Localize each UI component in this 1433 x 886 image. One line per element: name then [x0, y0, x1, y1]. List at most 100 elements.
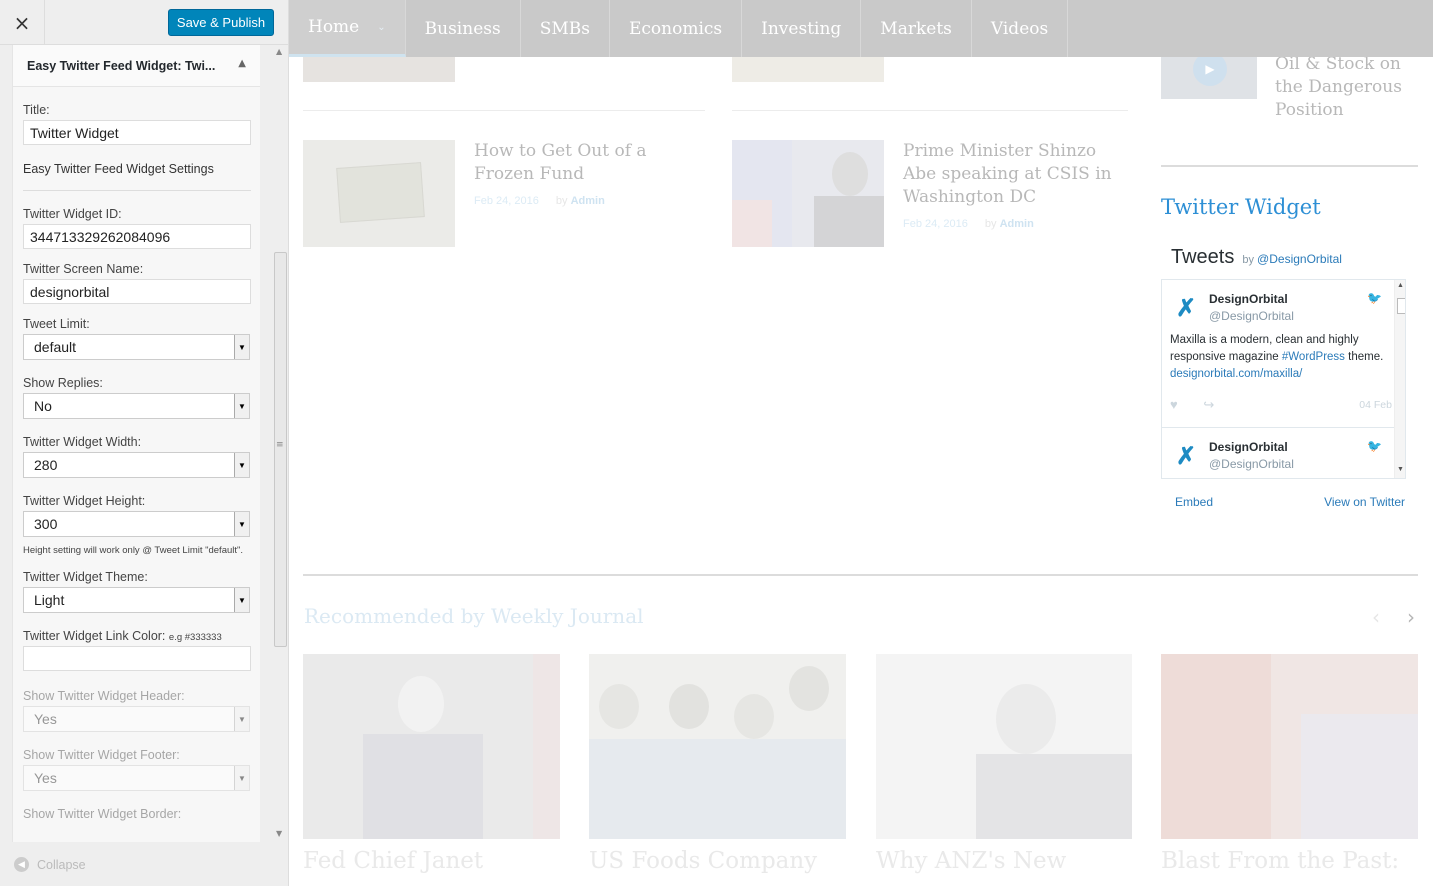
hashtag-link[interactable]: #WordPress	[1282, 351, 1345, 363]
scroll-up-icon[interactable]: ▲	[1397, 282, 1404, 289]
person-body	[814, 196, 884, 247]
dropdown-arrow-icon[interactable]: ▼	[234, 512, 249, 536]
like-heart-icon[interactable]: ♥	[1170, 397, 1178, 412]
dropdown-arrow-icon[interactable]: ▼	[234, 453, 249, 477]
recommended-image[interactable]	[589, 654, 846, 839]
article-date: Feb 24, 2016	[474, 195, 539, 207]
dropdown-arrow-icon[interactable]: ▼	[234, 335, 249, 359]
show-replies-select[interactable]: No ▼	[23, 393, 250, 419]
twitter-bird-icon[interactable]: 🐦	[1367, 291, 1382, 305]
article-title[interactable]: Prime Minister Shinzo Abe speaking at CS…	[903, 140, 1118, 209]
recommended-title[interactable]: Why ANZ's New	[876, 848, 1066, 874]
by-label: by @DesignOrbital	[1242, 252, 1342, 266]
chevron-down-icon: ⌄	[377, 21, 386, 33]
scrollbar-thumb[interactable]	[1397, 298, 1405, 314]
recommended-title[interactable]: Fed Chief Janet	[303, 848, 483, 874]
side-article-title[interactable]: Oil & Stock on the Dangerous Position	[1275, 53, 1425, 122]
tweet[interactable]: ✗ DesignOrbital @DesignOrbital 🐦 Maxilla…	[1162, 280, 1394, 428]
timeline-handle-link[interactable]: @DesignOrbital	[1257, 252, 1342, 266]
save-publish-button[interactable]: Save & Publish	[168, 9, 274, 36]
tweet-author-name[interactable]: DesignOrbital	[1209, 292, 1288, 306]
nav-item-videos[interactable]: Videos	[972, 0, 1069, 57]
article-author[interactable]: Admin	[571, 195, 605, 207]
nav-item-investing[interactable]: Investing	[742, 0, 862, 57]
designorbital-logo-icon[interactable]: ✗	[1176, 442, 1196, 471]
collapse-up-icon[interactable]: ▲	[238, 58, 246, 69]
tweet-author-handle[interactable]: @DesignOrbital	[1209, 457, 1294, 471]
article-by: by	[984, 218, 997, 230]
recommended-image[interactable]	[876, 654, 1132, 839]
title-label: Title:	[23, 103, 50, 117]
recommended-title[interactable]: US Foods Company	[589, 848, 817, 874]
tweet-author-handle[interactable]: @DesignOrbital	[1209, 309, 1294, 323]
theme-select[interactable]: Light ▼	[23, 587, 250, 613]
nav-item-business[interactable]: Business	[406, 0, 521, 57]
section-divider	[303, 574, 1418, 576]
feed-scrollbar[interactable]: ▲ ▼	[1394, 280, 1405, 478]
nav-label: Home	[308, 17, 360, 37]
nav-item-markets[interactable]: Markets	[861, 0, 972, 57]
tweet-limit-select[interactable]: default ▼	[23, 334, 250, 360]
url-link[interactable]: designorbital.com/maxilla/	[1170, 368, 1302, 380]
widget-header[interactable]: Easy Twitter Feed Widget: Twi... ▲	[13, 45, 260, 87]
show-header-select[interactable]: Yes ▼	[23, 706, 250, 732]
article-meta: Feb 24, 2016 by Admin	[903, 218, 1034, 230]
prev-arrow-icon[interactable]: ‹	[1372, 605, 1380, 629]
article-by: by	[555, 195, 568, 207]
tweet-limit-value: default	[34, 339, 77, 355]
play-icon[interactable]: ▶	[1193, 52, 1227, 86]
article-title[interactable]: How to Get Out of a Frozen Fund	[474, 140, 674, 186]
article-author[interactable]: Admin	[1000, 218, 1034, 230]
nav-label: Markets	[880, 18, 952, 39]
nav-label: Business	[424, 18, 501, 39]
recommended-image[interactable]	[1161, 654, 1418, 839]
scroll-down-icon[interactable]: ▼	[1397, 466, 1404, 473]
scroll-up-icon[interactable]: ▲	[276, 47, 282, 56]
scroll-down-icon[interactable]: ▼	[276, 829, 282, 838]
dropdown-arrow-icon[interactable]: ▼	[234, 588, 249, 612]
article-meta: Feb 24, 2016 by Admin	[474, 195, 605, 207]
sidebar-scrollbar[interactable]: ▲ ≡ ▼	[272, 45, 288, 842]
nav-item-home[interactable]: Home ⌄	[289, 0, 406, 57]
close-icon[interactable]: ×	[0, 0, 45, 45]
dropdown-arrow-icon[interactable]: ▼	[234, 707, 249, 731]
widget-id-input[interactable]	[23, 224, 251, 249]
shinzo-abe-image[interactable]	[732, 140, 884, 247]
width-select[interactable]: 280 ▼	[23, 452, 250, 478]
tweet[interactable]: ✗ DesignOrbital @DesignOrbital 🐦	[1162, 428, 1394, 478]
embed-link[interactable]: Embed	[1175, 495, 1213, 509]
twitter-bird-icon[interactable]: 🐦	[1367, 439, 1382, 453]
collapse-button[interactable]: ◀ Collapse	[14, 857, 86, 872]
screen-name-input[interactable]	[23, 279, 251, 304]
link-color-input[interactable]	[23, 646, 251, 671]
customizer-sidebar: × Save & Publish Easy Twitter Feed Widge…	[0, 0, 289, 886]
dropdown-arrow-icon[interactable]: ▼	[234, 394, 249, 418]
screen-name-label: Twitter Screen Name:	[23, 262, 144, 276]
money-icon	[336, 162, 425, 223]
tweet-feed[interactable]: ✗ DesignOrbital @DesignOrbital 🐦 Maxilla…	[1161, 279, 1406, 479]
view-on-twitter-link[interactable]: View on Twitter	[1324, 495, 1405, 509]
person-head	[734, 694, 774, 739]
nav-item-economics[interactable]: Economics	[610, 0, 743, 57]
title-input[interactable]	[23, 120, 251, 145]
tweet-date[interactable]: 04 Feb	[1359, 399, 1392, 411]
dropdown-arrow-icon[interactable]: ▼	[234, 766, 249, 790]
theme-label: Twitter Widget Theme:	[23, 570, 148, 584]
person-head	[832, 152, 868, 196]
person-head	[599, 684, 639, 729]
tweet-author-name[interactable]: DesignOrbital	[1209, 440, 1288, 454]
faded-fields: Show Twitter Widget Header: Yes ▼ Show T…	[23, 689, 250, 821]
nav-item-smbs[interactable]: SMBs	[521, 0, 610, 57]
customizer-header: × Save & Publish	[0, 0, 288, 45]
height-select[interactable]: 300 ▼	[23, 511, 250, 537]
tweet-text-part: theme.	[1344, 351, 1384, 363]
person-head	[996, 684, 1056, 754]
next-arrow-icon[interactable]: ›	[1407, 605, 1415, 629]
share-icon[interactable]: ↪	[1203, 397, 1214, 412]
designorbital-logo-icon[interactable]: ✗	[1176, 294, 1196, 323]
frozen-fund-image[interactable]	[303, 140, 455, 247]
recommended-title[interactable]: Blast From the Past:	[1161, 848, 1399, 874]
recommended-image[interactable]	[303, 654, 560, 839]
show-footer-select[interactable]: Yes ▼	[23, 765, 250, 791]
show-header-label: Show Twitter Widget Header:	[23, 689, 185, 703]
